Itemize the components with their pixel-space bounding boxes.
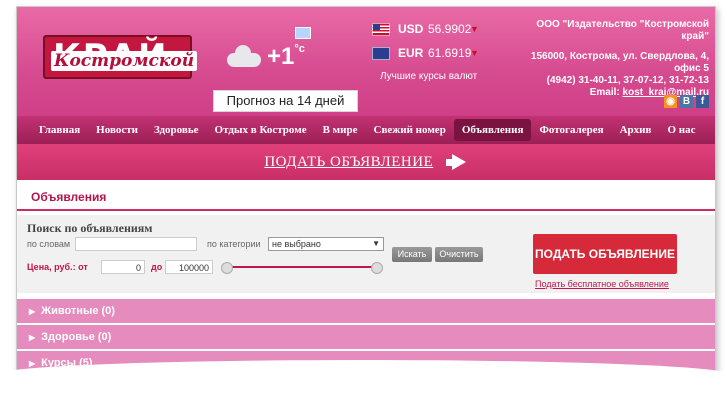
currency-row-eur: EUR 61.6919 ▼	[372, 41, 502, 65]
forecast-button[interactable]: Прогноз на 14 дней	[213, 90, 358, 112]
nav-item-home[interactable]: Главная	[17, 119, 88, 141]
down-arrow-icon: ▼	[470, 24, 479, 34]
category-item[interactable]: ▶ Животные (0)	[17, 299, 715, 325]
price-to-label: до	[151, 262, 163, 272]
by-category-label: по категории	[207, 239, 261, 249]
nav-item-issue[interactable]: Свежий номер	[366, 119, 454, 141]
currency-code: USD	[398, 22, 424, 36]
page-curl-decoration	[0, 360, 727, 395]
temperature-unit: °c	[294, 43, 305, 55]
price-from-input[interactable]: 0	[101, 260, 145, 274]
section-divider	[17, 209, 715, 211]
post-ad-button[interactable]: ПОДАТЬ ОБЪЯВЛЕНИЕ	[533, 234, 677, 274]
site-header: КРАЙ Костромской +1°c Прогноз на 14 дней…	[17, 7, 715, 116]
chevron-right-icon: ▶	[29, 333, 36, 342]
social-links: ◉ B f	[664, 95, 709, 108]
clear-button[interactable]: Очистить	[435, 247, 483, 262]
company-phones: (4942) 31-40-11, 37-07-12, 31-72-13	[546, 75, 709, 86]
megaphone-icon	[445, 154, 468, 170]
currency-code: EUR	[398, 46, 424, 60]
nav-item-archive[interactable]: Архив	[612, 119, 660, 141]
nav-item-gallery[interactable]: Фотогалерея	[531, 119, 611, 141]
company-info: ООО "Издательство "Костромской край" 156…	[517, 19, 709, 99]
category-item[interactable]: ▶ Здоровье (0)	[17, 325, 715, 351]
currency-value: 56.9902	[428, 22, 472, 36]
post-ad-banner-text: ПОДАТЬ ОБЪЯВЛЕНИЕ	[264, 154, 434, 170]
category-select[interactable]: не выбрано ▼	[268, 237, 384, 251]
company-address: 156000, Кострома, ул. Свердлова, 4, офис…	[530, 51, 709, 74]
logo-subtitle: Костромской	[51, 51, 198, 71]
facebook-icon[interactable]: f	[696, 95, 709, 108]
keywords-input[interactable]	[75, 237, 197, 251]
currency-row-usd: USD 56.9902 ▼	[372, 17, 502, 41]
post-free-ad-link[interactable]: Подать бесплатное объявление	[535, 279, 669, 289]
browser-frame: КРАЙ Костромской +1°c Прогноз на 14 дней…	[16, 6, 716, 384]
nav-item-leisure[interactable]: Отдых в Костроме	[207, 119, 315, 141]
section-title: Объявления	[31, 190, 107, 204]
slider-max-handle[interactable]	[371, 262, 383, 274]
vk-icon[interactable]: B	[680, 95, 693, 108]
dropdown-arrow-icon: ▼	[372, 239, 380, 248]
site-logo[interactable]: КРАЙ Костромской	[39, 35, 198, 79]
price-to-input[interactable]: 100000	[165, 260, 213, 274]
company-name: ООО "Издательство "Костромской край"	[536, 19, 709, 42]
eu-flag-icon	[372, 46, 390, 60]
nav-item-about[interactable]: О нас	[659, 119, 703, 141]
currency-widget: USD 56.9902 ▼ EUR 61.6919 ▼ Лучшие курсы…	[372, 17, 502, 82]
nav-item-ads[interactable]: Объявления	[453, 119, 532, 141]
nav-item-news[interactable]: Новости	[88, 119, 146, 141]
weather-widget: +1°c	[217, 25, 347, 85]
temperature: +1°c	[267, 43, 305, 71]
slider-min-handle[interactable]	[221, 262, 233, 274]
weather-image-icon	[295, 27, 311, 39]
search-button[interactable]: Искать	[392, 247, 432, 262]
by-words-label: по словам	[27, 239, 71, 249]
rss-icon[interactable]: ◉	[664, 95, 677, 108]
best-rates-link[interactable]: Лучшие курсы валют	[372, 71, 502, 82]
category-selected: не выбрано	[272, 239, 321, 249]
category-label: Здоровье (0)	[41, 331, 112, 343]
down-arrow-icon: ▼	[470, 48, 479, 58]
temperature-value: +1	[267, 43, 295, 70]
chevron-right-icon: ▶	[29, 307, 36, 316]
search-title: Поиск по объявлениям	[27, 221, 153, 235]
us-flag-icon	[372, 22, 390, 36]
price-from-label: Цена, руб.: от	[27, 262, 88, 272]
price-slider[interactable]	[221, 262, 383, 274]
main-nav: Главная Новости Здоровье Отдых в Костром…	[17, 116, 715, 144]
category-label: Животные (0)	[41, 305, 115, 317]
nav-item-world[interactable]: В мире	[315, 119, 366, 141]
email-label: Email:	[589, 87, 620, 98]
currency-value: 61.6919	[428, 46, 472, 60]
cloud-icon	[227, 45, 261, 67]
nav-item-health[interactable]: Здоровье	[146, 119, 207, 141]
post-ad-banner[interactable]: ПОДАТЬ ОБЪЯВЛЕНИЕ	[17, 144, 715, 180]
